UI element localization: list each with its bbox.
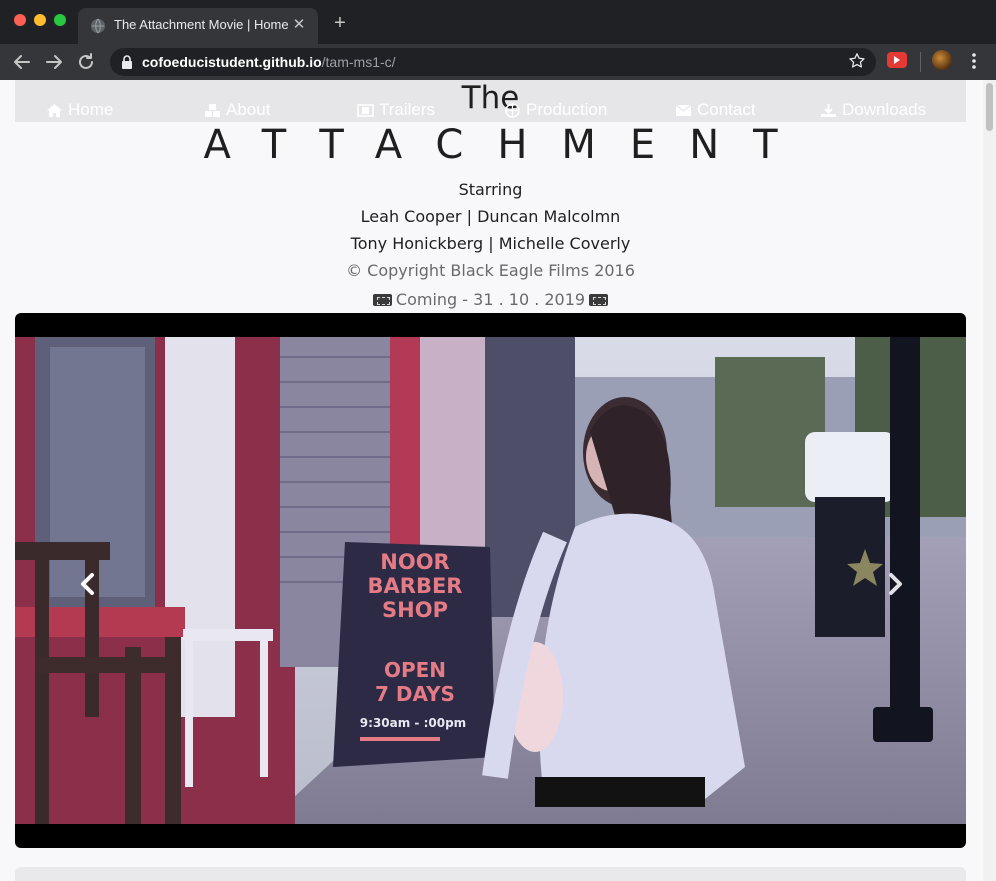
carousel-prev-button[interactable] xyxy=(73,569,103,599)
carousel-next-button[interactable] xyxy=(880,569,910,599)
profile-avatar[interactable] xyxy=(932,50,952,70)
browser-toolbar: cofoeducistudent.github.io/tam-ms1-c/ xyxy=(0,44,996,80)
page-viewport: The Home About Trailers Production Conta… xyxy=(0,80,996,881)
address-bar[interactable]: cofoeducistudent.github.io/tam-ms1-c/ xyxy=(110,48,876,76)
carousel-slide-image: NOOR BARBER SHOP OPEN 7 DAYS 9:30am - :0… xyxy=(15,337,966,824)
url-text: cofoeducistudent.github.io/tam-ms1-c/ xyxy=(142,54,396,70)
copyright-text: © Copyright Black Eagle Films 2016 xyxy=(346,261,635,280)
globe-icon xyxy=(505,102,520,118)
browser-tabstrip: The Attachment Movie | Homep ✕ + xyxy=(0,0,996,44)
maximize-window-button[interactable] xyxy=(54,14,66,26)
film-icon xyxy=(357,103,374,117)
close-tab-icon[interactable]: ✕ xyxy=(290,15,308,33)
close-window-button[interactable] xyxy=(14,14,26,26)
svg-text:SHOP: SHOP xyxy=(382,598,448,622)
youtube-extension-icon[interactable] xyxy=(887,52,907,68)
movie-title: ATTACHMENT xyxy=(203,122,812,168)
svg-text:BARBER: BARBER xyxy=(368,574,463,598)
cast-line-1: Leah Cooper | Duncan Malcolmn xyxy=(360,207,621,226)
bookmark-star-icon[interactable] xyxy=(848,52,866,70)
starring-label: Starring xyxy=(458,180,523,199)
toolbar-divider xyxy=(920,52,921,72)
home-icon xyxy=(47,103,62,117)
nav-contact[interactable]: Contact xyxy=(675,98,756,122)
svg-text:7 DAYS: 7 DAYS xyxy=(375,682,455,706)
cubes-icon xyxy=(205,103,220,117)
envelope-icon xyxy=(675,103,692,116)
back-arrow-icon[interactable] xyxy=(10,50,34,74)
nav-production[interactable]: Production xyxy=(504,98,607,122)
nav-about[interactable]: About xyxy=(204,98,270,122)
globe-icon xyxy=(91,18,105,34)
scrollbar-thumb[interactable] xyxy=(986,83,993,131)
next-section xyxy=(15,867,966,881)
nav-downloads[interactable]: Downloads xyxy=(820,98,926,122)
forward-arrow-icon[interactable] xyxy=(42,50,66,74)
browser-tab[interactable]: The Attachment Movie | Homep ✕ xyxy=(78,8,318,44)
nav-home[interactable]: Home xyxy=(46,98,113,122)
ticket-icon xyxy=(372,294,392,306)
new-tab-button[interactable]: + xyxy=(330,13,350,33)
svg-text:9:30am - :00pm: 9:30am - :00pm xyxy=(360,716,466,730)
tab-title: The Attachment Movie | Homep xyxy=(114,17,289,32)
svg-text:NOOR: NOOR xyxy=(380,550,449,574)
download-icon xyxy=(821,103,836,117)
cast-line-2: Tony Honickberg | Michelle Coverly xyxy=(350,234,631,253)
minimize-window-button[interactable] xyxy=(34,14,46,26)
svg-text:OPEN: OPEN xyxy=(384,658,446,682)
image-carousel: NOOR BARBER SHOP OPEN 7 DAYS 9:30am - :0… xyxy=(15,313,966,848)
lock-icon xyxy=(122,55,132,69)
more-menu-icon[interactable] xyxy=(966,51,982,71)
coming-date: Coming - 31 . 10 . 2019 xyxy=(0,290,981,309)
ticket-icon xyxy=(589,294,609,306)
nav-trailers[interactable]: Trailers xyxy=(357,98,435,122)
scrollbar-track[interactable] xyxy=(983,80,996,881)
reload-icon[interactable] xyxy=(74,50,98,74)
